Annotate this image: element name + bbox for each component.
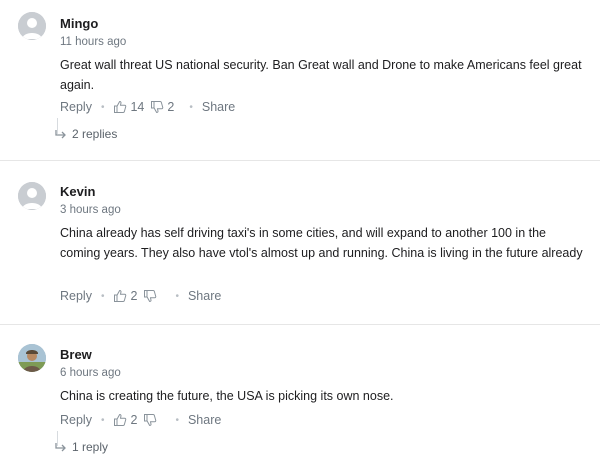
author-name[interactable]: Brew [60, 347, 92, 362]
comment-actions: Reply • 14 2 • Share [60, 99, 235, 115]
timestamp: 11 hours ago [60, 36, 127, 48]
thumbs-up-icon[interactable] [113, 100, 127, 114]
upvote-count: 2 [130, 413, 138, 427]
comment-actions: Reply • 2 • Share [60, 412, 221, 428]
comment-text: China is creating the future, the USA is… [60, 389, 394, 403]
divider [0, 324, 600, 325]
reply-button[interactable]: Reply [60, 100, 92, 114]
separator-dot: • [100, 101, 105, 113]
share-button[interactable]: Share [202, 100, 235, 114]
comment-text: Great wall threat US national security. … [60, 58, 582, 92]
share-button[interactable]: Share [188, 289, 221, 303]
separator-dot: • [189, 101, 193, 113]
timestamp: 6 hours ago [60, 367, 121, 379]
upvote-count: 14 [130, 100, 145, 114]
separator-dot: • [175, 290, 179, 302]
separator-dot: • [100, 414, 105, 426]
separator-dot: • [175, 414, 179, 426]
author-name[interactable]: Kevin [60, 184, 95, 199]
downvote-count: 2 [167, 100, 175, 114]
reply-button[interactable]: Reply [60, 413, 92, 427]
upvote-count: 2 [130, 289, 138, 303]
default-avatar-icon[interactable] [18, 12, 46, 40]
photo-avatar[interactable] [18, 344, 46, 372]
comment-text: China already has self driving taxi's in… [60, 226, 583, 260]
separator-dot: • [100, 290, 105, 302]
divider [0, 160, 600, 161]
thumbs-up-icon[interactable] [113, 413, 127, 427]
view-replies-button[interactable]: 2 replies [55, 126, 117, 142]
reply-arrow-icon [55, 442, 68, 453]
author-name[interactable]: Mingo [60, 16, 98, 31]
reply-button[interactable]: Reply [60, 289, 92, 303]
thumbs-down-icon[interactable] [143, 289, 157, 303]
view-replies-button[interactable]: 1 reply [55, 439, 108, 455]
reply-arrow-icon [55, 129, 68, 140]
replies-count: 1 reply [72, 440, 109, 454]
comment-actions: Reply • 2 • Share [60, 288, 221, 304]
default-avatar-icon[interactable] [18, 182, 46, 210]
replies-count: 2 replies [72, 127, 118, 141]
thumbs-up-icon[interactable] [113, 289, 127, 303]
thumbs-down-icon[interactable] [150, 100, 164, 114]
thumbs-down-icon[interactable] [143, 413, 157, 427]
timestamp: 3 hours ago [60, 204, 121, 216]
share-button[interactable]: Share [188, 413, 221, 427]
